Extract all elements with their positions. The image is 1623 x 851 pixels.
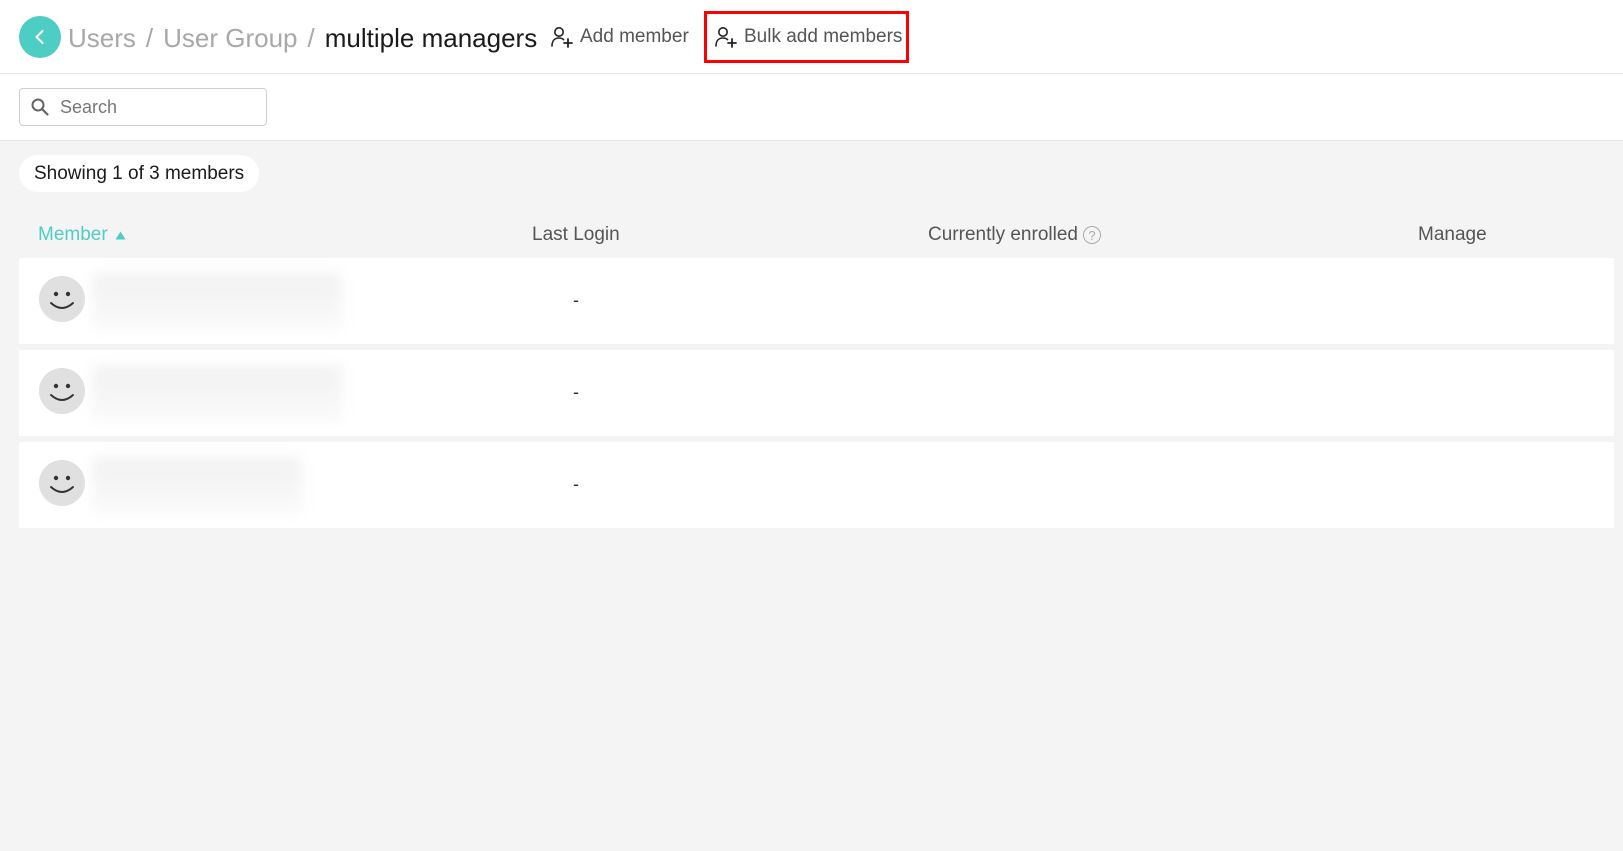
breadcrumb-separator: / bbox=[307, 22, 315, 53]
add-user-icon bbox=[715, 27, 737, 48]
breadcrumb: Users / User Group / multiple managers bbox=[68, 20, 537, 56]
column-enrolled-label: Currently enrolled bbox=[928, 224, 1078, 245]
column-header-last-login: Last Login bbox=[532, 224, 620, 245]
back-button[interactable] bbox=[19, 16, 61, 58]
column-header-currently-enrolled: Currently enrolled ? bbox=[928, 222, 1101, 248]
bulk-add-members-button[interactable]: Bulk add members bbox=[704, 11, 909, 63]
search-icon bbox=[31, 98, 49, 116]
table-row[interactable]: - bbox=[19, 258, 1614, 344]
page-title: multiple managers bbox=[324, 22, 538, 53]
chevron-left-icon bbox=[35, 30, 44, 44]
search-bar-area bbox=[0, 74, 1623, 141]
member-count-badge: Showing 1 of 3 members bbox=[19, 155, 260, 192]
add-member-button[interactable]: Add member bbox=[550, 18, 689, 56]
top-bar: Users / User Group / multiple managers A… bbox=[0, 0, 1623, 74]
breadcrumb-users[interactable]: Users bbox=[68, 23, 136, 54]
add-member-label: Add member bbox=[580, 26, 689, 47]
column-member-label: Member bbox=[38, 224, 108, 245]
triangle-up-icon bbox=[115, 231, 126, 239]
column-header-member[interactable]: Member bbox=[38, 222, 126, 248]
column-header-manage: Manage bbox=[1418, 224, 1487, 245]
bulk-add-members-label: Bulk add members bbox=[744, 26, 903, 47]
smiley-face-icon bbox=[39, 368, 85, 414]
table-row[interactable]: - bbox=[19, 442, 1614, 528]
search-input[interactable] bbox=[58, 95, 242, 119]
last-login-value: - bbox=[573, 290, 579, 310]
breadcrumb-separator: / bbox=[145, 22, 154, 53]
add-user-icon bbox=[551, 27, 573, 48]
search-box[interactable] bbox=[19, 88, 267, 126]
member-info-redacted bbox=[92, 274, 342, 330]
member-info-redacted bbox=[92, 366, 342, 422]
last-login-value: - bbox=[573, 382, 579, 402]
smiley-face-icon bbox=[39, 460, 85, 506]
member-info-redacted bbox=[92, 458, 302, 514]
table-row[interactable]: - bbox=[19, 350, 1614, 436]
breadcrumb-user-group[interactable]: User Group bbox=[163, 23, 297, 54]
last-login-value: - bbox=[573, 474, 579, 494]
question-circle-icon[interactable]: ? bbox=[1082, 226, 1101, 244]
smiley-face-icon bbox=[39, 276, 85, 322]
